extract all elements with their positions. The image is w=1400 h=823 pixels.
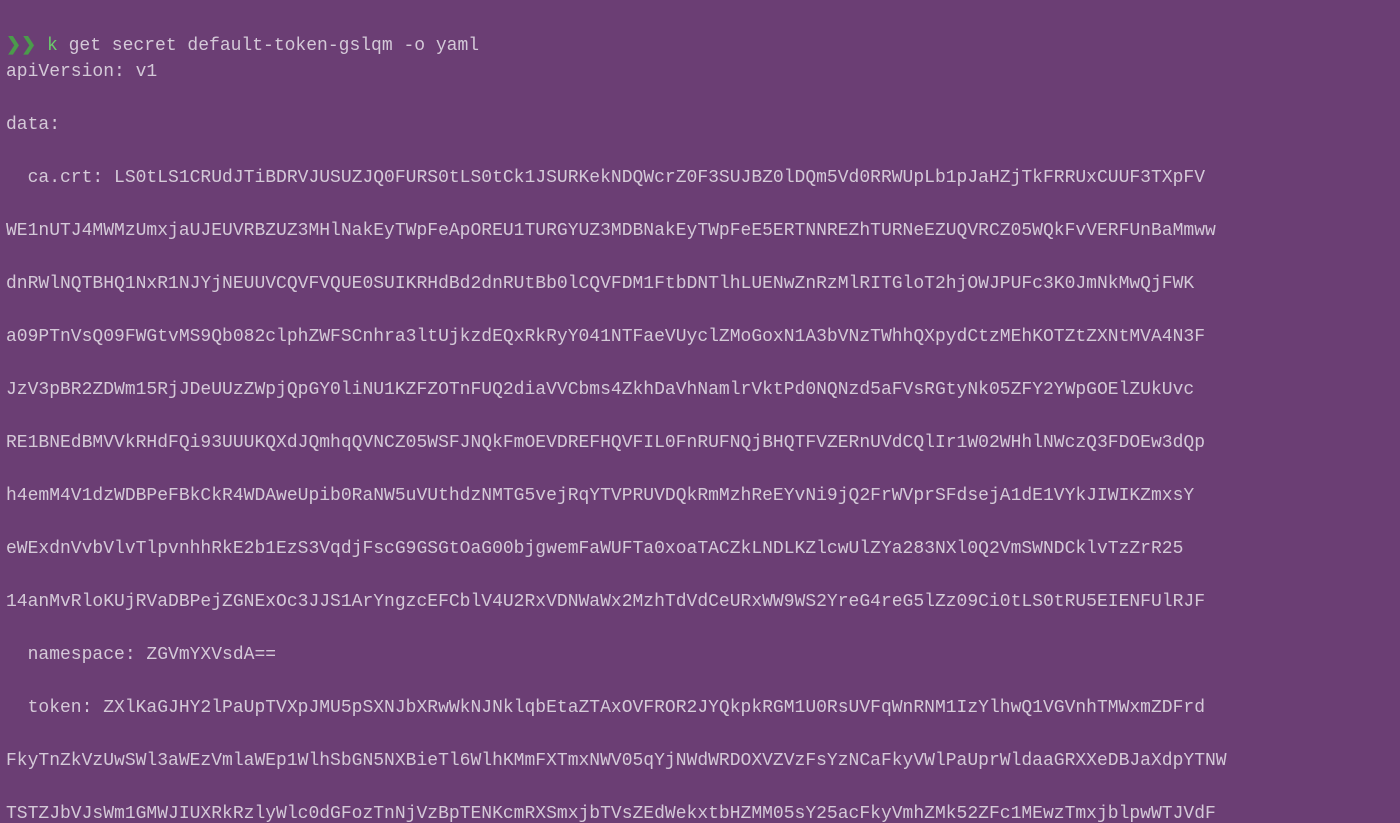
output-line: WE1nUTJ4MWMzUmxjaUJEUVRBZUZ3MHlNakEyTWpF…: [6, 218, 1394, 245]
output-line: JzV3pBR2ZDWm15RjJDeUUzZWpjQpGY0liNU1KZFZ…: [6, 377, 1394, 404]
output-line: 14anMvRloKUjRVaDBPejZGNExOc3JJS1ArYngzcE…: [6, 589, 1394, 616]
output-line: eWExdnVvbVlvTlpvnhhRkE2b1EzS3VqdjFscG9GS…: [6, 536, 1394, 563]
prompt-arrows: ❯❯: [6, 36, 36, 56]
terminal-window[interactable]: ❯❯ k get secret default-token-gslqm -o y…: [0, 0, 1400, 823]
output-line: apiVersion: v1: [6, 59, 1394, 86]
output-line: dnRWlNQTBHQ1NxR1NJYjNEUUVCQVFVQUE0SUIKRH…: [6, 271, 1394, 298]
output-line: ca.crt: LS0tLS1CRUdJTiBDRVJUSUZJQ0FURS0t…: [6, 165, 1394, 192]
output-line: FkyTnZkVzUwSWl3aWEzVmlaWEp1WlhSbGN5NXBie…: [6, 748, 1394, 775]
command-rest: get secret default-token-gslqm -o yaml: [58, 36, 479, 56]
output-line: a09PTnVsQ09FWGtvMS9Qb082clphZWFSCnhra3lt…: [6, 324, 1394, 351]
output-line: namespace: ZGVmYXVsdA==: [6, 642, 1394, 669]
output-line: data:: [6, 112, 1394, 139]
output-line: TSTZJbVJsWm1GMWJIUXRkRzlyWlc0dGFozTnNjVz…: [6, 801, 1394, 823]
output-line: token: ZXlKaGJHY2lPaUpTVXpJMU5pSXNJbXRwW…: [6, 695, 1394, 722]
output-line: RE1BNEdBMVVkRHdFQi93UUUKQXdJQmhqQVNCZ05W…: [6, 430, 1394, 457]
output-line: h4emM4V1dzWDBPeFBkCkR4WDAweUpib0RaNW5uVU…: [6, 483, 1394, 510]
command-highlight: k: [47, 36, 58, 56]
